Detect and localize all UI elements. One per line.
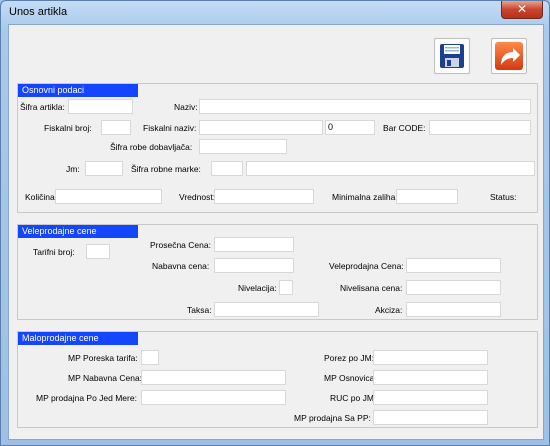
input-mp-poreska-tarifa[interactable]	[141, 350, 159, 365]
label-mp-nabavna-cena: MP Nabavna Cena:	[68, 373, 143, 383]
input-jm[interactable]	[85, 161, 123, 176]
input-sifra-robne-marke[interactable]	[211, 161, 243, 176]
close-button[interactable]: ✕	[501, 1, 543, 19]
input-mp-nabavna-cena[interactable]	[141, 370, 286, 385]
group-header-maloprodajne: Maloprodajne cene	[18, 332, 138, 345]
label-taksa: Taksa:	[187, 305, 212, 315]
input-prosecna-cena[interactable]	[214, 237, 294, 252]
label-fiskalni-broj: Fiskalni broj:	[44, 123, 92, 133]
label-mp-poreska-tarifa: MP Poreska tarifa:	[68, 353, 138, 363]
save-button[interactable]	[434, 38, 470, 74]
exit-button[interactable]	[491, 38, 527, 74]
window-title: Unos artikla	[9, 6, 68, 18]
group-header-veleprodajne: Veleprodajne cene	[18, 225, 138, 238]
label-jm: Jm:	[66, 164, 80, 174]
input-robna-marka-naziv[interactable]	[246, 161, 535, 176]
label-nivelisana-cena: Nivelisana cena:	[340, 283, 403, 293]
input-taksa[interactable]	[214, 302, 319, 317]
input-naziv[interactable]	[199, 99, 531, 114]
input-vrednost[interactable]	[214, 189, 314, 204]
label-sifra-artikla: Šifra artikla:	[20, 102, 65, 112]
label-prosecna-cena: Prosečna Cena:	[150, 240, 211, 250]
label-vrednost: Vrednost:	[179, 192, 216, 202]
input-kolicina[interactable]	[55, 189, 162, 204]
group-header-osnovni: Osnovni podaci	[18, 84, 138, 97]
label-sifra-robe-dobavljaca: Šifra robe dobavljača:	[110, 142, 193, 152]
form-client-area: Osnovni podaci Šifra artikla: Naziv: Fis…	[8, 24, 544, 440]
label-nivelacija: Nivelacija:	[238, 283, 277, 293]
input-bar-code[interactable]	[429, 120, 531, 135]
group-maloprodajne-cene: Maloprodajne cene MP Poreska tarifa: Por…	[17, 331, 538, 428]
input-fiskalni-value[interactable]: 0	[325, 120, 375, 135]
label-veleprodajna-cena: Veleprodajna Cena:	[329, 261, 404, 271]
input-fiskalni-naziv[interactable]	[199, 120, 323, 135]
label-ruc-po-jm: RUC po JM:	[330, 393, 377, 403]
label-kolicina: Količina:	[25, 192, 58, 202]
label-status: Status:	[490, 192, 517, 202]
input-veleprodajna-cena[interactable]	[406, 258, 501, 273]
label-sifra-robne-marke: Šifra robne marke:	[131, 164, 201, 174]
window: Unos artikla ✕ Osnovni podaci Šifra arti…	[0, 0, 550, 446]
floppy-disk-icon	[440, 44, 464, 68]
curved-arrow-icon	[495, 42, 523, 70]
input-mp-prodajna-sa-pp[interactable]	[373, 410, 488, 425]
input-sifra-robe-dobavljaca[interactable]	[199, 139, 287, 154]
label-nabavna-cena: Nabavna cena:	[152, 261, 210, 271]
label-akciza: Akciza:	[375, 305, 403, 315]
input-nivelisana-cena[interactable]	[406, 280, 501, 295]
label-mp-prodajna-po-jed-mere: MP prodajna Po Jed Mere:	[36, 393, 137, 403]
input-ruc-po-jm[interactable]	[373, 390, 488, 405]
input-nabavna-cena[interactable]	[214, 258, 294, 273]
input-akciza[interactable]	[406, 302, 501, 317]
close-icon: ✕	[516, 2, 528, 16]
label-bar-code: Bar CODE:	[383, 123, 426, 133]
label-porez-po-jm: Porez po JM:	[324, 353, 375, 363]
input-mp-osnovica[interactable]	[373, 370, 488, 385]
title-bar[interactable]: Unos artikla ✕	[1, 1, 549, 23]
input-sifra-artikla[interactable]	[68, 99, 133, 114]
input-fiskalni-broj[interactable]	[101, 120, 131, 135]
input-tarifni-broj[interactable]	[86, 244, 110, 259]
checkbox-nivelacija[interactable]	[279, 280, 293, 295]
label-naziv: Naziv:	[174, 102, 198, 112]
label-fiskalni-naziv: Fiskalni naziv:	[143, 123, 197, 133]
label-mp-osnovica: MP Osnovica:	[324, 373, 377, 383]
input-porez-po-jm[interactable]	[373, 350, 488, 365]
group-osnovni-podaci: Osnovni podaci Šifra artikla: Naziv: Fis…	[17, 83, 538, 213]
input-minimalna-zaliha[interactable]	[396, 189, 458, 204]
label-minimalna-zaliha: Minimalna zaliha:	[332, 192, 398, 202]
group-veleprodajne-cene: Veleprodajne cene Tarifni broj: Prosečna…	[17, 224, 538, 320]
label-tarifni-broj: Tarifni broj:	[33, 247, 75, 257]
input-mp-prodajna-po-jed-mere[interactable]	[141, 390, 286, 405]
label-mp-prodajna-sa-pp: MP prodajna Sa PP:	[294, 413, 371, 423]
